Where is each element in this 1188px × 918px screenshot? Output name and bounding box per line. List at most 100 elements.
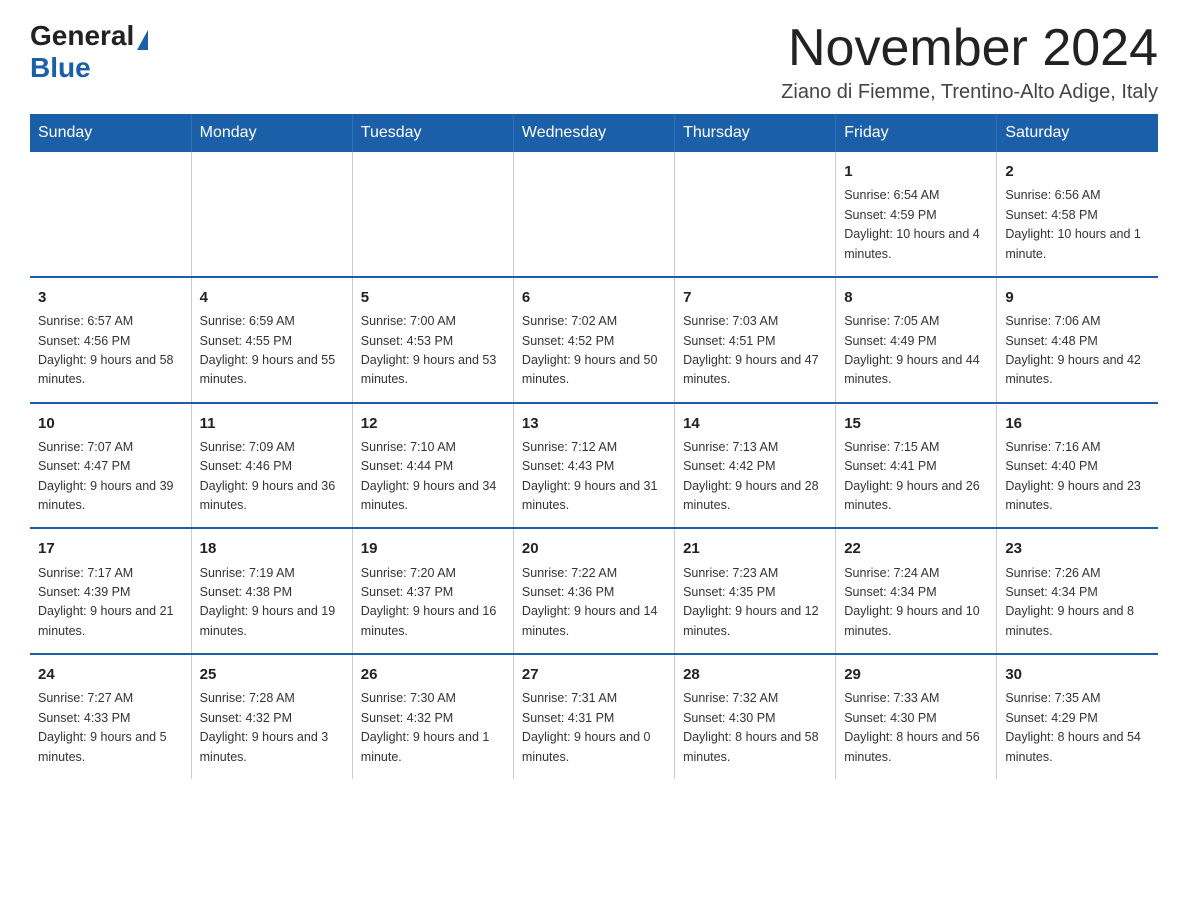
day-number: 27 (522, 663, 666, 686)
day-info: Sunrise: 7:32 AMSunset: 4:30 PMDaylight:… (683, 689, 827, 767)
day-number: 1 (844, 160, 988, 183)
day-number: 6 (522, 286, 666, 309)
calendar-cell: 21 Sunrise: 7:23 AMSunset: 4:35 PMDayligh… (675, 528, 836, 654)
day-number: 18 (200, 537, 344, 560)
calendar-cell: 27 Sunrise: 7:31 AMSunset: 4:31 PMDayligh… (513, 654, 674, 779)
calendar-cell: 17 Sunrise: 7:17 AMSunset: 4:39 PMDayligh… (30, 528, 191, 654)
calendar-week-row: 3Sunrise: 6:57 AMSunset: 4:56 PMDaylight… (30, 277, 1158, 403)
calendar-cell: 8Sunrise: 7:05 AMSunset: 4:49 PMDaylight… (836, 277, 997, 403)
logo: General Blue (30, 20, 148, 84)
day-info: Sunrise: 6:59 AMSunset: 4:55 PMDaylight:… (200, 312, 344, 390)
logo-blue-text: Blue (30, 52, 91, 83)
calendar-cell (675, 152, 836, 277)
calendar-cell: 9 Sunrise: 7:06 AMSunset: 4:48 PMDaylight… (997, 277, 1158, 403)
calendar-cell: 2 Sunrise: 6:56 AMSunset: 4:58 PMDaylight… (997, 152, 1158, 277)
day-number: 25 (200, 663, 344, 686)
calendar-cell (30, 152, 191, 277)
day-info: Sunrise: 7:02 AMSunset: 4:52 PMDaylight:… (522, 312, 666, 390)
day-info: Sunrise: 7:09 AMSunset: 4:46 PMDaylight:… (200, 438, 344, 516)
calendar-week-row: 17 Sunrise: 7:17 AMSunset: 4:39 PMDayligh… (30, 528, 1158, 654)
day-number: 26 (361, 663, 505, 686)
calendar-cell: 6 Sunrise: 7:02 AMSunset: 4:52 PMDaylight… (513, 277, 674, 403)
day-number: 23 (1005, 537, 1150, 560)
day-info: Sunrise: 7:13 AMSunset: 4:42 PMDaylight:… (683, 438, 827, 516)
day-info: Sunrise: 7:20 AMSunset: 4:37 PMDaylight:… (361, 564, 505, 642)
calendar-cell: 7 Sunrise: 7:03 AMSunset: 4:51 PMDaylight… (675, 277, 836, 403)
calendar-cell: 14 Sunrise: 7:13 AMSunset: 4:42 PMDayligh… (675, 403, 836, 529)
day-number: 21 (683, 537, 827, 560)
day-number: 28 (683, 663, 827, 686)
day-info: Sunrise: 7:12 AMSunset: 4:43 PMDaylight:… (522, 438, 666, 516)
calendar-cell: 24Sunrise: 7:27 AMSunset: 4:33 PMDayligh… (30, 654, 191, 779)
day-info: Sunrise: 7:23 AMSunset: 4:35 PMDaylight:… (683, 564, 827, 642)
day-info: Sunrise: 7:00 AMSunset: 4:53 PMDaylight:… (361, 312, 505, 390)
calendar-cell: 28 Sunrise: 7:32 AMSunset: 4:30 PMDayligh… (675, 654, 836, 779)
day-number: 17 (38, 537, 183, 560)
day-number: 22 (844, 537, 988, 560)
day-number: 16 (1005, 412, 1150, 435)
day-info: Sunrise: 7:03 AMSunset: 4:51 PMDaylight:… (683, 312, 827, 390)
day-number: 12 (361, 412, 505, 435)
month-title: November 2024 (781, 20, 1158, 77)
header-monday: Monday (191, 114, 352, 152)
day-info: Sunrise: 7:19 AMSunset: 4:38 PMDaylight:… (200, 564, 344, 642)
logo-triangle-icon (137, 30, 148, 50)
day-number: 8 (844, 286, 988, 309)
day-info: Sunrise: 7:15 AMSunset: 4:41 PMDaylight:… (844, 438, 988, 516)
day-info: Sunrise: 6:56 AMSunset: 4:58 PMDaylight:… (1005, 186, 1150, 264)
day-number: 14 (683, 412, 827, 435)
header-saturday: Saturday (997, 114, 1158, 152)
calendar-cell: 26 Sunrise: 7:30 AMSunset: 4:32 PMDayligh… (352, 654, 513, 779)
day-info: Sunrise: 7:27 AMSunset: 4:33 PMDaylight:… (38, 689, 183, 767)
calendar-cell: 5 Sunrise: 7:00 AMSunset: 4:53 PMDaylight… (352, 277, 513, 403)
title-block: November 2024 Ziano di Fiemme, Trentino-… (781, 20, 1158, 104)
day-number: 5 (361, 286, 505, 309)
day-info: Sunrise: 7:06 AMSunset: 4:48 PMDaylight:… (1005, 312, 1150, 390)
day-info: Sunrise: 7:35 AMSunset: 4:29 PMDaylight:… (1005, 689, 1150, 767)
day-number: 9 (1005, 286, 1150, 309)
calendar-cell (513, 152, 674, 277)
calendar-header-row: SundayMondayTuesdayWednesdayThursdayFrid… (30, 114, 1158, 152)
logo-general-text: General (30, 20, 134, 51)
calendar-cell: 16Sunrise: 7:16 AMSunset: 4:40 PMDayligh… (997, 403, 1158, 529)
day-info: Sunrise: 7:28 AMSunset: 4:32 PMDaylight:… (200, 689, 344, 767)
calendar-week-row: 24Sunrise: 7:27 AMSunset: 4:33 PMDayligh… (30, 654, 1158, 779)
day-number: 4 (200, 286, 344, 309)
header-friday: Friday (836, 114, 997, 152)
day-number: 2 (1005, 160, 1150, 183)
day-info: Sunrise: 7:07 AMSunset: 4:47 PMDaylight:… (38, 438, 183, 516)
day-info: Sunrise: 7:10 AMSunset: 4:44 PMDaylight:… (361, 438, 505, 516)
day-number: 19 (361, 537, 505, 560)
calendar-cell: 29Sunrise: 7:33 AMSunset: 4:30 PMDayligh… (836, 654, 997, 779)
header-tuesday: Tuesday (352, 114, 513, 152)
calendar-cell: 12 Sunrise: 7:10 AMSunset: 4:44 PMDayligh… (352, 403, 513, 529)
calendar-week-row: 1 Sunrise: 6:54 AMSunset: 4:59 PMDaylight… (30, 152, 1158, 277)
calendar-cell (352, 152, 513, 277)
day-number: 3 (38, 286, 183, 309)
day-number: 29 (844, 663, 988, 686)
day-number: 7 (683, 286, 827, 309)
day-info: Sunrise: 7:31 AMSunset: 4:31 PMDaylight:… (522, 689, 666, 767)
calendar-week-row: 10 Sunrise: 7:07 AMSunset: 4:47 PMDayligh… (30, 403, 1158, 529)
calendar-table: SundayMondayTuesdayWednesdayThursdayFrid… (30, 114, 1158, 779)
day-info: Sunrise: 7:24 AMSunset: 4:34 PMDaylight:… (844, 564, 988, 642)
calendar-cell: 20 Sunrise: 7:22 AMSunset: 4:36 PMDayligh… (513, 528, 674, 654)
header-wednesday: Wednesday (513, 114, 674, 152)
calendar-cell (191, 152, 352, 277)
calendar-cell: 3Sunrise: 6:57 AMSunset: 4:56 PMDaylight… (30, 277, 191, 403)
day-info: Sunrise: 7:30 AMSunset: 4:32 PMDaylight:… (361, 689, 505, 767)
calendar-cell: 10 Sunrise: 7:07 AMSunset: 4:47 PMDayligh… (30, 403, 191, 529)
calendar-cell: 23 Sunrise: 7:26 AMSunset: 4:34 PMDayligh… (997, 528, 1158, 654)
day-number: 10 (38, 412, 183, 435)
calendar-cell: 25 Sunrise: 7:28 AMSunset: 4:32 PMDayligh… (191, 654, 352, 779)
day-number: 20 (522, 537, 666, 560)
day-number: 15 (844, 412, 988, 435)
header-sunday: Sunday (30, 114, 191, 152)
day-info: Sunrise: 7:22 AMSunset: 4:36 PMDaylight:… (522, 564, 666, 642)
day-info: Sunrise: 6:54 AMSunset: 4:59 PMDaylight:… (844, 186, 988, 264)
day-info: Sunrise: 7:17 AMSunset: 4:39 PMDaylight:… (38, 564, 183, 642)
calendar-cell: 18 Sunrise: 7:19 AMSunset: 4:38 PMDayligh… (191, 528, 352, 654)
calendar-cell: 22 Sunrise: 7:24 AMSunset: 4:34 PMDayligh… (836, 528, 997, 654)
header-thursday: Thursday (675, 114, 836, 152)
day-info: Sunrise: 7:26 AMSunset: 4:34 PMDaylight:… (1005, 564, 1150, 642)
